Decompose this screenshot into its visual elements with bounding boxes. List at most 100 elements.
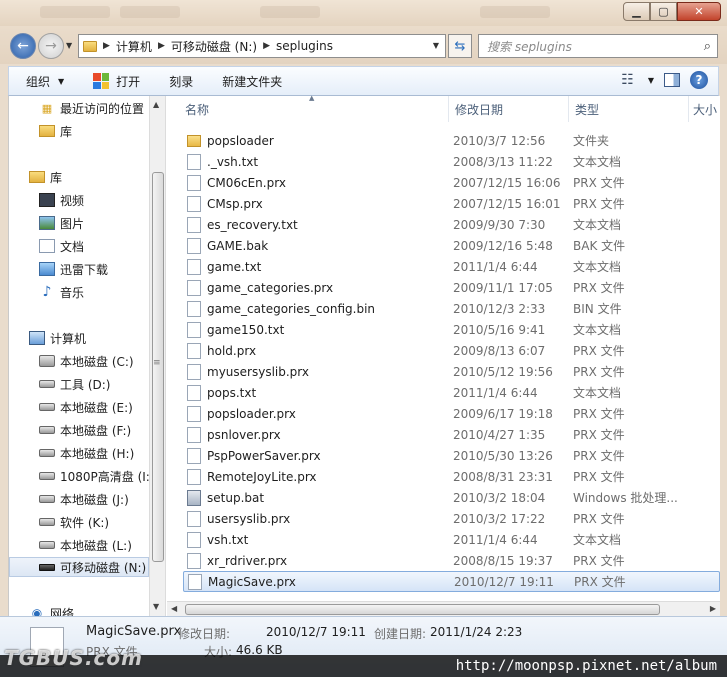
nav-item-recent-places[interactable]: ▦ 最近访问的位置 bbox=[39, 98, 144, 118]
refresh-button[interactable]: ⇆ bbox=[448, 34, 472, 58]
close-button[interactable]: ✕ bbox=[677, 2, 721, 21]
file-row[interactable]: CMsp.prx 2007/12/15 16:01 PRX 文件 bbox=[183, 193, 720, 214]
scroll-left-icon[interactable]: ◀ bbox=[171, 604, 177, 613]
nav-item-drive-f[interactable]: 本地磁盘 (F:) bbox=[39, 420, 131, 440]
nav-item-pictures[interactable]: 图片 bbox=[39, 213, 84, 233]
file-row[interactable]: xr_rdriver.prx 2008/8/15 19:37 PRX 文件 bbox=[183, 550, 720, 571]
file-row[interactable]: game150.txt 2010/5/16 9:41 文本文档 bbox=[183, 319, 720, 340]
nav-item-label: 本地磁盘 (F:) bbox=[60, 423, 132, 438]
address-bar[interactable]: ▶ 计算机 ▶ 可移动磁盘 (N:) ▶ seplugins ▼ bbox=[78, 34, 446, 58]
column-header-type[interactable]: 类型 bbox=[569, 96, 689, 122]
column-header-size[interactable]: 大小 bbox=[689, 96, 720, 122]
new-folder-button[interactable]: 新建文件夹 bbox=[205, 73, 294, 90]
file-modified-date: 2007/12/15 16:06 bbox=[453, 175, 561, 190]
back-button[interactable]: ← bbox=[10, 33, 36, 59]
nav-item-label: 图片 bbox=[60, 216, 85, 231]
nav-item-label: 本地磁盘 (H:) bbox=[60, 446, 135, 461]
nav-item-drive-e[interactable]: 本地磁盘 (E:) bbox=[39, 397, 133, 417]
preview-pane-icon[interactable] bbox=[664, 73, 680, 87]
file-icon bbox=[187, 237, 201, 254]
scroll-right-icon[interactable]: ▶ bbox=[710, 604, 716, 613]
file-icon bbox=[187, 216, 201, 233]
help-icon[interactable]: ? bbox=[690, 71, 708, 89]
nav-item-drive-j[interactable]: 本地磁盘 (J:) bbox=[39, 489, 129, 509]
navigation-pane-scrollbar[interactable]: ▲ ≡ ▼ bbox=[149, 96, 166, 616]
drive-icon bbox=[39, 541, 55, 549]
search-input[interactable]: 搜索 seplugins ⌕ bbox=[478, 34, 718, 58]
file-row[interactable]: GAME.bak 2009/12/16 5:48 BAK 文件 bbox=[183, 235, 720, 256]
chevron-down-icon[interactable]: ▼ bbox=[648, 76, 654, 85]
nav-item-drive-l[interactable]: 本地磁盘 (L:) bbox=[39, 535, 132, 555]
batch-file-icon bbox=[187, 489, 201, 506]
file-icon bbox=[187, 258, 201, 275]
open-button[interactable]: 打开 bbox=[76, 73, 152, 90]
address-dropdown-icon[interactable]: ▼ bbox=[433, 41, 439, 50]
explorer-content: ▦ 最近访问的位置 库 库 视频 图片 文档 迅雷下载 ♪ 音乐 计算机 本地磁… bbox=[8, 94, 720, 617]
file-row[interactable]: MagicSave.prx 2010/12/7 19:11 PRX 文件 bbox=[183, 571, 720, 592]
nav-item-drive-c[interactable]: 本地磁盘 (C:) bbox=[39, 351, 134, 371]
nav-item-library-favorite[interactable]: 库 bbox=[39, 121, 72, 141]
file-row[interactable]: CM06cEn.prx 2007/12/15 16:06 PRX 文件 bbox=[183, 172, 720, 193]
scroll-up-icon[interactable]: ▲ bbox=[153, 100, 159, 109]
nav-item-documents[interactable]: 文档 bbox=[39, 236, 84, 256]
file-row[interactable]: es_recovery.txt 2009/9/30 7:30 文本文档 bbox=[183, 214, 720, 235]
nav-item-xunlei-downloads[interactable]: 迅雷下载 bbox=[39, 259, 108, 279]
file-type: PRX 文件 bbox=[574, 575, 626, 589]
burn-button[interactable]: 刻录 bbox=[152, 73, 205, 90]
forward-button[interactable]: → bbox=[38, 33, 64, 59]
nav-item-computer[interactable]: 计算机 bbox=[29, 328, 86, 348]
file-type: PRX 文件 bbox=[573, 197, 625, 211]
chevron-right-icon[interactable]: ▶ bbox=[263, 41, 270, 51]
file-row[interactable]: popsloader.prx 2009/6/17 19:18 PRX 文件 bbox=[183, 403, 720, 424]
scroll-down-icon[interactable]: ▼ bbox=[153, 602, 159, 611]
file-row[interactable]: ._vsh.txt 2008/3/13 11:22 文本文档 bbox=[183, 151, 720, 172]
file-type: PRX 文件 bbox=[573, 470, 625, 484]
file-row[interactable]: myusersyslib.prx 2010/5/12 19:56 PRX 文件 bbox=[183, 361, 720, 382]
nav-item-videos[interactable]: 视频 bbox=[39, 190, 84, 210]
file-row[interactable]: hold.prx 2009/8/13 6:07 PRX 文件 bbox=[183, 340, 720, 361]
breadcrumb-removable-disk[interactable]: 可移动磁盘 (N:) bbox=[171, 38, 257, 55]
window-controls: ▁ ▢ ✕ bbox=[623, 2, 721, 21]
breadcrumb-computer[interactable]: 计算机 bbox=[116, 38, 152, 55]
file-row[interactable]: usersyslib.prx 2010/3/2 17:22 PRX 文件 bbox=[183, 508, 720, 529]
nav-item-network[interactable]: ◉ 网络 bbox=[29, 603, 74, 616]
organize-button[interactable]: 组织 ▼ bbox=[9, 73, 76, 90]
column-header-date[interactable]: 修改日期 bbox=[449, 96, 569, 122]
recent-pages-dropdown[interactable]: ▼ bbox=[66, 41, 72, 50]
chevron-right-icon[interactable]: ▶ bbox=[158, 41, 165, 51]
minimize-button[interactable]: ▁ bbox=[623, 2, 650, 21]
file-row[interactable]: RemoteJoyLite.prx 2008/8/31 23:31 PRX 文件 bbox=[183, 466, 720, 487]
breadcrumb-seplugins[interactable]: seplugins bbox=[276, 39, 333, 53]
file-row[interactable]: setup.bat 2010/3/2 18:04 Windows 批处理... bbox=[183, 487, 720, 508]
library-icon bbox=[39, 125, 55, 137]
file-row[interactable]: game.txt 2011/1/4 6:44 文本文档 bbox=[183, 256, 720, 277]
file-row[interactable]: psnlover.prx 2010/4/27 1:35 PRX 文件 bbox=[183, 424, 720, 445]
file-row[interactable]: PspPowerSaver.prx 2010/5/30 13:26 PRX 文件 bbox=[183, 445, 720, 466]
maximize-button[interactable]: ▢ bbox=[650, 2, 677, 21]
file-row[interactable]: game_categories_config.bin 2010/12/3 2:33… bbox=[183, 298, 720, 319]
file-row[interactable]: vsh.txt 2011/1/4 6:44 文本文档 bbox=[183, 529, 720, 550]
nav-item-drive-d[interactable]: 工具 (D:) bbox=[39, 374, 110, 394]
nav-item-libraries[interactable]: 库 bbox=[29, 167, 62, 187]
view-options-icon[interactable]: ☷ bbox=[621, 72, 634, 88]
picture-icon bbox=[39, 216, 55, 230]
column-header-label: 修改日期 bbox=[455, 102, 504, 117]
file-row[interactable]: pops.txt 2011/1/4 6:44 文本文档 bbox=[183, 382, 720, 403]
file-icon bbox=[187, 405, 201, 422]
search-icon[interactable]: ⌕ bbox=[704, 39, 711, 54]
url-watermark: http://moonpsp.pixnet.net/album bbox=[455, 658, 717, 674]
chevron-right-icon[interactable]: ▶ bbox=[103, 41, 110, 51]
file-list-horizontal-scrollbar[interactable]: ◀ ▶ bbox=[167, 601, 720, 617]
file-row[interactable]: popsloader 2010/3/7 12:56 文件夹 bbox=[183, 130, 720, 151]
nav-item-drive-h[interactable]: 本地磁盘 (H:) bbox=[39, 443, 134, 463]
file-row[interactable]: game_categories.prx 2009/11/1 17:05 PRX 文件 bbox=[183, 277, 720, 298]
scrollbar-thumb[interactable] bbox=[185, 604, 660, 615]
file-modified-date: 2010/12/7 19:11 bbox=[454, 574, 554, 589]
nav-item-drive-k[interactable]: 软件 (K:) bbox=[39, 512, 109, 532]
file-modified-date: 2008/8/15 19:37 bbox=[453, 553, 553, 568]
nav-item-drive-i[interactable]: 1080P高清盘 (I:) bbox=[39, 466, 149, 486]
nav-item-music[interactable]: ♪ 音乐 bbox=[39, 282, 84, 302]
nav-item-drive-n[interactable]: 可移动磁盘 (N:) bbox=[9, 557, 149, 577]
column-header-name[interactable]: ▲ 名称 bbox=[167, 94, 449, 122]
file-type: 文件夹 bbox=[573, 134, 610, 148]
